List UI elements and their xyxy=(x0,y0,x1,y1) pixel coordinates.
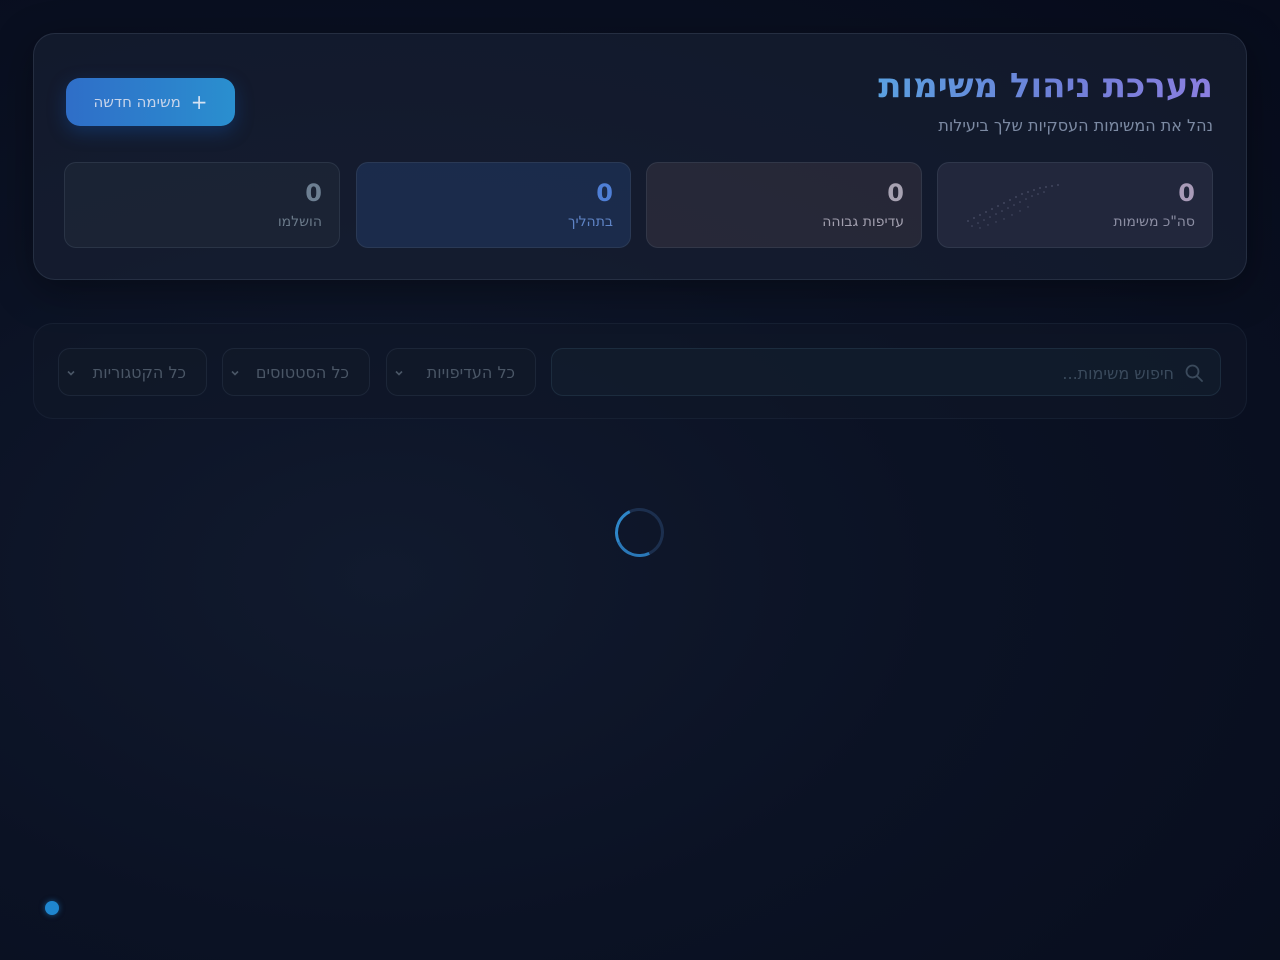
status-select-value: כל הסטטוסים xyxy=(255,363,349,382)
category-select[interactable]: כל הקטגוריות xyxy=(58,348,207,396)
stat-high-priority-value: 0 xyxy=(887,179,904,207)
stat-completed-label: הושלמו xyxy=(277,214,322,230)
stat-high-priority-label: עדיפות גבוהה xyxy=(822,214,904,230)
page-subtitle: נהל את המשימות העסקיות שלך ביעילות xyxy=(938,116,1213,135)
stat-card-total: 0 סה"כ משימות xyxy=(937,162,1213,248)
plus-icon: + xyxy=(190,90,208,114)
page-title: מערכת ניהול משימות xyxy=(878,66,1213,106)
search-box[interactable] xyxy=(551,348,1221,396)
stat-total-label: סה"כ משימות xyxy=(1113,214,1195,230)
decorative-dots-icon xyxy=(967,184,1059,229)
new-task-button[interactable]: + משימה חדשה xyxy=(66,78,235,126)
chevron-down-icon xyxy=(395,370,403,376)
new-task-button-label: משימה חדשה xyxy=(93,93,181,111)
priority-select-value: כל העדיפויות xyxy=(426,363,515,382)
status-select[interactable]: כל הסטטוסים xyxy=(222,348,370,396)
stat-card-high-priority: 0 עדיפות גבוהה xyxy=(646,162,922,248)
filter-panel: כל העדיפויות כל הסטטוסים כל הקטגוריות xyxy=(33,323,1247,419)
stat-in-progress-value: 0 xyxy=(596,179,613,207)
stat-in-progress-label: בתהליך xyxy=(567,214,613,230)
chevron-down-icon xyxy=(67,370,75,376)
search-input[interactable] xyxy=(614,361,1174,385)
stat-card-in-progress: 0 בתהליך xyxy=(356,162,631,248)
header-card: מערכת ניהול משימות נהל את המשימות העסקיו… xyxy=(33,33,1247,280)
category-select-value: כל הקטגוריות xyxy=(92,363,186,382)
status-indicator-dot xyxy=(45,901,59,915)
chevron-down-icon xyxy=(231,370,239,376)
loading-spinner xyxy=(608,501,671,564)
stat-total-value: 0 xyxy=(1178,179,1195,207)
stat-card-completed: 0 הושלמו xyxy=(64,162,340,248)
priority-select[interactable]: כל העדיפויות xyxy=(386,348,536,396)
search-icon xyxy=(1185,364,1203,382)
stat-completed-value: 0 xyxy=(305,179,322,207)
